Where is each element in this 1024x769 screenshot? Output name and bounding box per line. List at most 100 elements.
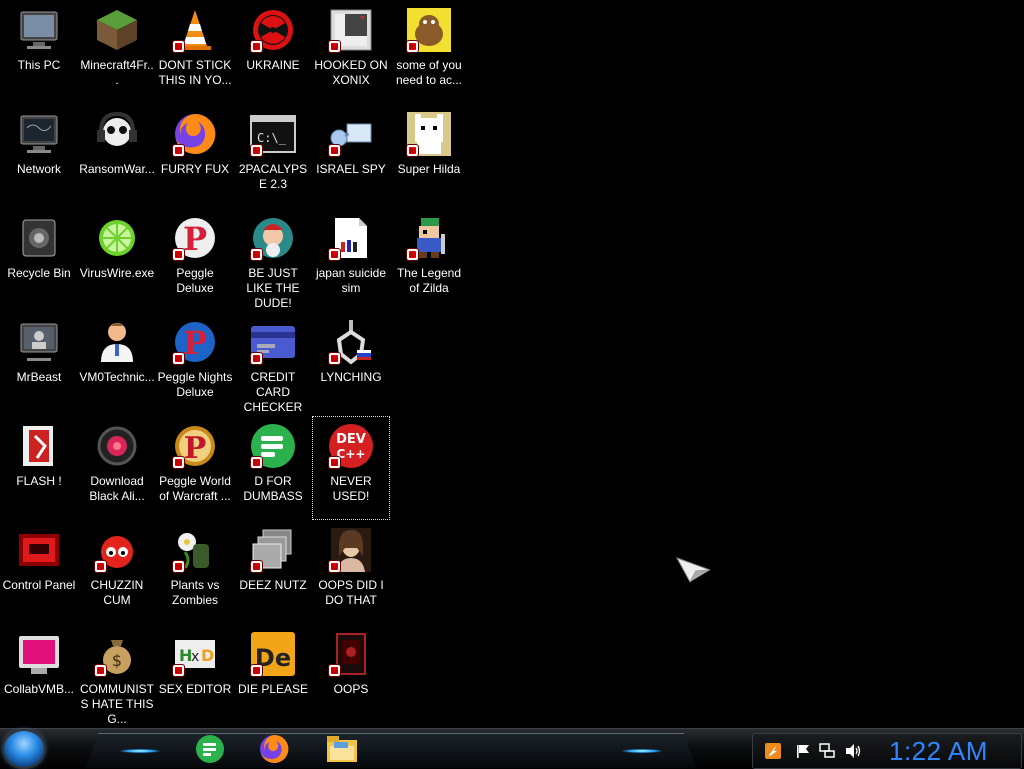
svg-text:DEV: DEV: [336, 432, 366, 447]
shortcut-arrow-icon: [173, 665, 184, 676]
desktop-icon[interactable]: CollabVMB...: [0, 624, 78, 728]
start-orb-icon[interactable]: [4, 731, 44, 767]
desktop-icon[interactable]: Network: [0, 104, 78, 208]
peggle-nights-icon: P: [171, 318, 219, 366]
plants-vs-zombies-icon: [171, 526, 219, 574]
desktop-icon-label: BE JUST LIKE THE DUDE!: [246, 266, 300, 310]
shortcut-arrow-icon: [329, 457, 340, 468]
desktop-icon-label: LYNCHING: [320, 370, 382, 384]
peggle-icon: P: [171, 214, 219, 262]
desktop-icon[interactable]: Control Panel: [0, 520, 78, 624]
feedly-icon: [249, 422, 297, 470]
desktop-icon[interactable]: VirusWire.exe: [78, 208, 156, 312]
desktop-icon-label: OOPS: [333, 682, 369, 696]
money-bag-icon: $: [93, 630, 141, 678]
desktop-icon-label: Peggle Nights Deluxe: [157, 370, 233, 399]
desktop-icon-label: Recycle Bin: [7, 266, 71, 280]
xonix-icon: [327, 6, 375, 54]
dog-icon: [405, 6, 453, 54]
desktop-icon[interactable]: The Legend of Zilda: [390, 208, 468, 312]
desktop-icon-label: CHUZZIN CUM: [90, 578, 144, 607]
bowling-icon: [249, 214, 297, 262]
desktop-icon[interactable]: BE JUST LIKE THE DUDE!: [234, 208, 312, 312]
desktop-icon[interactable]: P Peggle World of Warcraft ...: [156, 416, 234, 520]
stacked-windows-icon: [249, 526, 297, 574]
desktop-icon-label: Control Panel: [2, 578, 76, 592]
desktop-icon-label: COMMUNISTS HATE THIS G...: [80, 682, 154, 726]
desktop-icon-label: This PC: [17, 58, 61, 72]
dock-glow-right: [622, 749, 662, 753]
desktop-icon[interactable]: HOOKED ON XONIX: [312, 0, 390, 104]
shortcut-arrow-icon: [329, 145, 340, 156]
shortcut-arrow-icon: [407, 145, 418, 156]
desktop-icon[interactable]: OOPS DID I DO THAT: [312, 520, 390, 624]
desktop-icon[interactable]: ISRAEL SPY: [312, 104, 390, 208]
network-tray-icon[interactable]: [819, 743, 835, 759]
desktop-icon-label: D FOR DUMBASS: [243, 474, 303, 503]
desktop-icon[interactable]: OOPS: [312, 624, 390, 728]
terminal-icon: C:\_: [249, 110, 297, 158]
desktop-icon[interactable]: C:\_ 2PACALYPSE 2.3: [234, 104, 312, 208]
collabvm-icon: [15, 630, 63, 678]
desktop-icon[interactable]: Download Black Ali...: [78, 416, 156, 520]
desktop-icon[interactable]: Plants vs Zombies: [156, 520, 234, 624]
desktop-icon[interactable]: japan suicide sim: [312, 208, 390, 312]
desktop-icon[interactable]: UKRAINE: [234, 0, 312, 104]
desktop-icon[interactable]: DEV C++ NEVER USED!: [312, 416, 390, 520]
flag-icon[interactable]: [795, 743, 811, 759]
desktop-icon[interactable]: Hx D SEX EDITOR: [156, 624, 234, 728]
desktop-icon-label: Network: [16, 162, 61, 176]
desktop-icon[interactable]: CREDIT CARD CHECKER: [234, 312, 312, 416]
desktop-icon-label: Plants vs Zombies: [170, 578, 220, 607]
security-shield-icon[interactable]: [765, 743, 781, 759]
desktop-icon-label: DIE PLEASE: [237, 682, 309, 696]
desktop-icon[interactable]: Super Hilda: [390, 104, 468, 208]
taskbar-clock[interactable]: 1:22 AM: [889, 736, 988, 767]
desktop-icon[interactable]: MrBeast: [0, 312, 78, 416]
desktop-icon[interactable]: De DIE PLEASE: [234, 624, 312, 728]
desktop-icon[interactable]: RansomWar...: [78, 104, 156, 208]
desktop-icon-label: The Legend of Zilda: [396, 266, 462, 295]
desktop-icon[interactable]: CHUZZIN CUM: [78, 520, 156, 624]
desktop-icon[interactable]: FLASH !: [0, 416, 78, 520]
shortcut-arrow-icon: [251, 561, 262, 572]
desktop-icon[interactable]: $ COMMUNISTS HATE THIS G...: [78, 624, 156, 728]
desktop-icon[interactable]: VM0Technic...: [78, 312, 156, 416]
portrait-icon: [327, 526, 375, 574]
user-monitor-icon: [15, 318, 63, 366]
desktop-icon[interactable]: DEEZ NUTZ: [234, 520, 312, 624]
recycle-bin-icon: [15, 214, 63, 262]
pixel-cat-icon: [405, 110, 453, 158]
taskbar-feedly-icon[interactable]: [194, 733, 226, 765]
desktop-icon[interactable]: Minecraft4Fr...: [78, 0, 156, 104]
desktop-icon-label: FLASH !: [16, 474, 62, 488]
desktop-icon-label: FURRY FUX: [160, 162, 230, 176]
desktop-icon[interactable]: Recycle Bin: [0, 208, 78, 312]
taskbar-firefox-icon[interactable]: [258, 733, 290, 765]
volume-icon[interactable]: [845, 743, 861, 759]
svg-text:x: x: [191, 649, 199, 665]
desktop-icon[interactable]: LYNCHING: [312, 312, 390, 416]
desktop-icon[interactable]: P Peggle Nights Deluxe: [156, 312, 234, 416]
shortcut-arrow-icon: [173, 249, 184, 260]
desktop-icon-label: CREDIT CARD CHECKER: [243, 370, 303, 414]
svg-text:$: $: [112, 651, 122, 670]
desktop-icon[interactable]: This PC: [0, 0, 78, 104]
desktop-icon[interactable]: some of you need to ac...: [390, 0, 468, 104]
desktop-icon[interactable]: DONT STICK THIS IN YO...: [156, 0, 234, 104]
de-icon: De: [249, 630, 297, 678]
shortcut-arrow-icon: [251, 457, 262, 468]
svg-text:P: P: [183, 324, 207, 362]
credit-card-icon: [249, 318, 297, 366]
desktop[interactable]: This PC Network Recycle Bin MrBeast FLASH ! C…: [0, 0, 1024, 728]
desktop-icon[interactable]: FURRY FUX: [156, 104, 234, 208]
taskbar-file-explorer-icon[interactable]: [326, 733, 358, 765]
desktop-icon[interactable]: P Peggle Deluxe: [156, 208, 234, 312]
firefox-icon: [171, 110, 219, 158]
desktop-icon-label: DONT STICK THIS IN YO...: [158, 58, 232, 87]
taskbar-dock: [86, 733, 696, 768]
desktop-icon-label: VirusWire.exe: [79, 266, 155, 280]
system-tray: 1:22 AM: [752, 733, 1022, 769]
shortcut-arrow-icon: [251, 353, 262, 364]
desktop-icon[interactable]: D FOR DUMBASS: [234, 416, 312, 520]
